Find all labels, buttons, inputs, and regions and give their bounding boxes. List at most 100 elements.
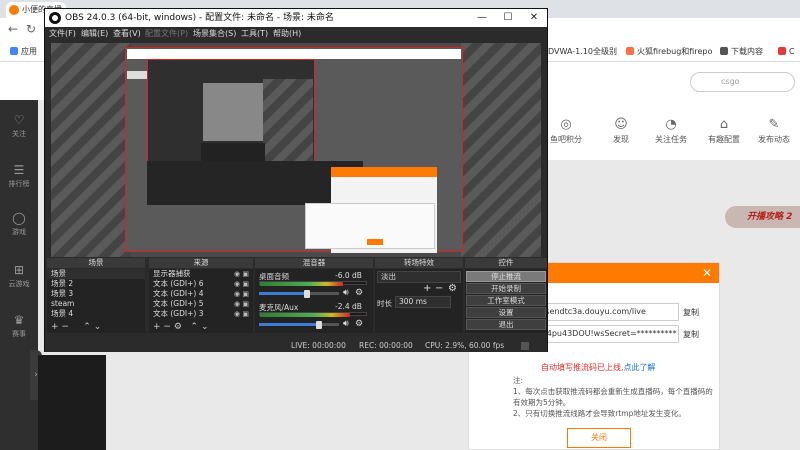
dialog-close-button[interactable]: 关闭 [567, 428, 631, 448]
remove-icon[interactable]: − [163, 322, 171, 332]
captured-browser-tabs [127, 49, 461, 59]
close-icon[interactable]: ✕ [699, 265, 715, 281]
promo-banner[interactable]: 开播攻略 2 [725, 206, 800, 228]
settings-button[interactable]: 设置 [466, 307, 546, 318]
copy-key-button[interactable]: 复制 [683, 329, 699, 340]
volume-slider-knob[interactable] [316, 321, 322, 329]
reload-icon[interactable]: ↻ [24, 22, 38, 36]
nav-item[interactable]: ☺ 发现 [595, 116, 647, 145]
transition-type-select[interactable]: 淡出 [377, 271, 461, 283]
audio-meter [260, 282, 343, 286]
eye-lock-icon[interactable]: ◉ ▣ [234, 309, 249, 319]
close-icon[interactable]: ✕ [521, 9, 547, 27]
source-item[interactable]: 文本 (GDI+) 6 ◉ ▣ [149, 279, 253, 289]
duration-input[interactable]: 300 ms [395, 296, 451, 308]
source-label: 文本 (GDI+) 5 [153, 299, 204, 308]
speaker-icon[interactable]: 🔊︎ [343, 319, 349, 329]
source-item[interactable]: 文本 (GDI+) 3 ◉ ▣ [149, 309, 253, 319]
minimize-icon[interactable]: — [469, 9, 495, 27]
remove-icon[interactable]: − [61, 322, 69, 332]
mouse-icon: ◯ [12, 211, 26, 225]
nav-item[interactable]: ◔ 关注任务 [645, 116, 697, 145]
move-up-icon[interactable]: ⌃ [191, 322, 199, 332]
add-icon[interactable]: + [423, 283, 431, 294]
menu-profile[interactable]: 配置文件(P) [145, 28, 188, 40]
sidebar-item-follow[interactable]: ♡ 关注 [0, 112, 38, 152]
scene-item[interactable]: 场景 [47, 269, 145, 279]
source-label: 显示器捕获 [153, 269, 191, 278]
bookmark-label: 火狐firebug和firepo [637, 47, 713, 56]
eye-lock-icon[interactable]: ◉ ▣ [234, 279, 249, 289]
source-item[interactable]: 文本 (GDI+) 4 ◉ ▣ [149, 289, 253, 299]
back-arrow-icon[interactable]: ← [6, 22, 20, 36]
note-item: 2、只有切换推流线路才会导致rtmp地址发生变化。 [513, 409, 686, 418]
download-icon [720, 47, 728, 55]
obs-preview-canvas[interactable] [51, 43, 541, 257]
start-recording-button[interactable]: 开始录制 [466, 283, 546, 294]
volume-slider-knob[interactable] [304, 290, 310, 298]
sidebar-label: 排行榜 [8, 180, 30, 188]
source-label: 文本 (GDI+) 4 [153, 289, 204, 298]
bookmark-label: C [789, 47, 795, 56]
dialog-notes: 注: 1、每次点击获取推流码都会重新生成直播码，每个直播码的有效期为5分钟。 2… [513, 375, 713, 419]
bookmark-apps[interactable]: 应用 [10, 46, 37, 58]
eye-lock-icon[interactable]: ◉ ▣ [234, 299, 249, 309]
bookmark-dvwa[interactable]: DVWA-1.10全级别 [548, 46, 617, 58]
gauge-icon: ◔ [665, 117, 677, 132]
studio-mode-button[interactable]: 工作室模式 [466, 295, 546, 306]
notes-title: 注: [513, 376, 524, 385]
menu-scene-collection[interactable]: 场景集合(S) [193, 28, 236, 40]
scene-item[interactable]: steam [47, 299, 145, 309]
eye-lock-icon[interactable]: ◉ ▣ [234, 289, 249, 299]
learn-more-link[interactable]: 点此了解 [624, 363, 656, 372]
bookmark-firebug[interactable]: 火狐firebug和firepo [626, 46, 712, 58]
sidebar-item-events[interactable]: ♛ 赛事 [0, 312, 38, 352]
home-icon: ⌂ [719, 117, 729, 132]
scene-item[interactable]: 场景 2 [47, 279, 145, 289]
menu-help[interactable]: 帮助(H) [273, 28, 301, 40]
gear-icon[interactable]: ⚙ [448, 283, 457, 294]
add-icon[interactable]: + [51, 322, 59, 332]
menu-tools[interactable]: 工具(T) [241, 28, 268, 40]
gamepad-icon: ⊞ [13, 263, 25, 277]
obs-window-title: OBS 24.0.3 (64-bit, windows) - 配置文件: 未命名… [65, 13, 334, 23]
sidebar-item-rank[interactable]: ☰ 排行榜 [0, 162, 38, 202]
sidebar-label: 关注 [12, 130, 26, 138]
gear-icon[interactable]: ⚙ [174, 322, 182, 332]
scenes-toolbar: + − ⌃ ⌄ [51, 321, 101, 333]
source-item[interactable]: 显示器捕获 ◉ ▣ [149, 269, 253, 279]
maximize-icon[interactable]: ☐ [495, 9, 521, 27]
source-label: 文本 (GDI+) 6 [153, 279, 204, 288]
gear-icon[interactable]: ⚙ [355, 288, 363, 298]
nav-item[interactable]: ✎ 发布动态 [748, 116, 800, 145]
sidebar-item-games[interactable]: ◯ 游戏 [0, 210, 38, 250]
auto-fill-notice: 自动填写推流码已上线,点此了解 [541, 362, 656, 373]
eye-lock-icon[interactable]: ◉ ▣ [234, 269, 249, 279]
preview-stripes-right [461, 43, 541, 257]
copy-url-button[interactable]: 复制 [683, 307, 699, 318]
move-down-icon[interactable]: ⌄ [94, 322, 102, 332]
menu-view[interactable]: 查看(V) [113, 28, 141, 40]
search-input[interactable]: csgo [690, 72, 795, 92]
gear-icon[interactable]: ⚙ [355, 319, 363, 329]
exit-button[interactable]: 退出 [466, 319, 546, 330]
move-up-icon[interactable]: ⌃ [83, 322, 91, 332]
sidebar-item-cloud-games[interactable]: ⊞ 云游戏 [0, 262, 38, 302]
stop-streaming-button[interactable]: 停止推流 [466, 271, 546, 282]
scene-item[interactable]: 场景 4 [47, 309, 145, 319]
bookmark-c[interactable]: C [778, 46, 795, 58]
speaker-icon[interactable]: 🔊︎ [343, 288, 349, 298]
nav-item[interactable]: ⌂ 有趣配置 [698, 116, 750, 145]
stream-health-indicator [521, 342, 529, 350]
list-icon: ☰ [13, 163, 25, 177]
menu-edit[interactable]: 编辑(E) [81, 28, 108, 40]
source-item[interactable]: 文本 (GDI+) 5 ◉ ▣ [149, 299, 253, 309]
remove-icon[interactable]: − [435, 283, 443, 294]
add-icon[interactable]: + [153, 322, 161, 332]
bookmark-downloads[interactable]: 下载内容 [720, 46, 763, 58]
menu-file[interactable]: 文件(F) [49, 28, 76, 40]
move-down-icon[interactable]: ⌄ [201, 322, 209, 332]
mixer-channel-db: -2.4 dB [335, 302, 362, 311]
audio-meter [260, 313, 350, 317]
scene-item[interactable]: 场景 3 [47, 289, 145, 299]
